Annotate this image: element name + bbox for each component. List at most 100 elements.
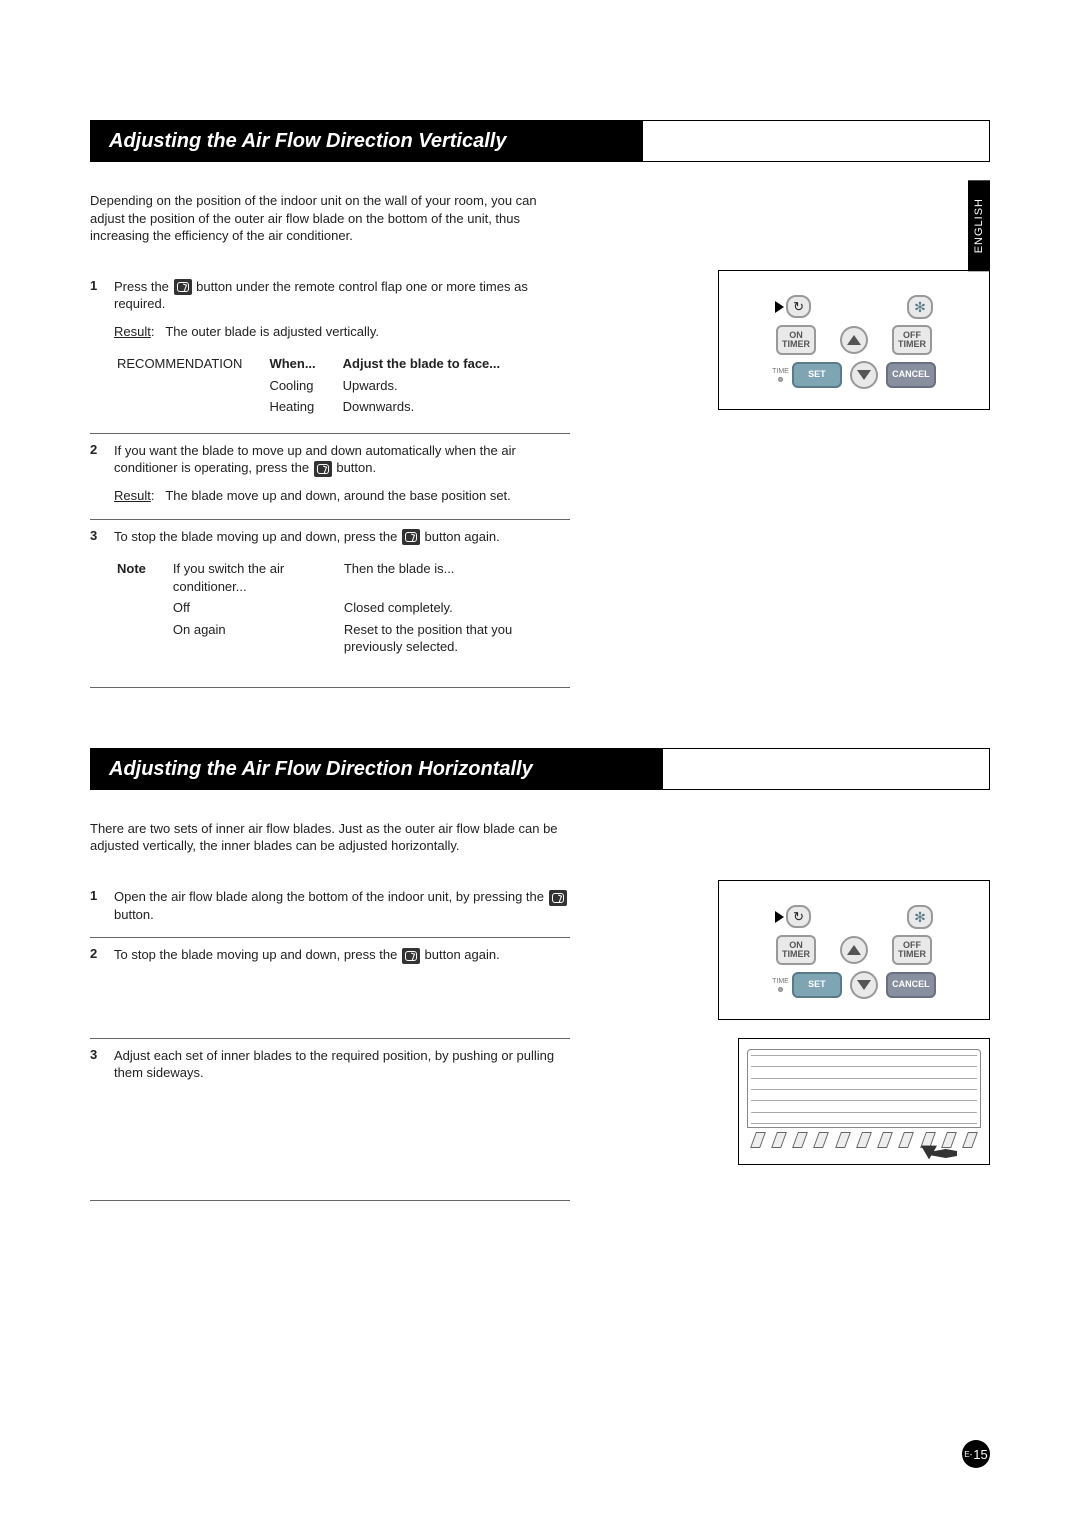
cancel-button: CANCEL [886,362,936,388]
step-text: Open the air flow blade along the bottom… [114,889,548,904]
fan-icon: ✻ [914,910,926,924]
note-cell: Reset to the position that you previousl… [343,620,568,657]
note-table: Note If you switch the air conditioner..… [114,557,570,659]
when-cell: Cooling [268,376,339,396]
arrow-up-icon [847,335,861,345]
content-row: 1 Press the button under the remote cont… [90,270,990,698]
intro-paragraph: There are two sets of inner air flow bla… [90,820,570,855]
pointer-arrow-icon [775,301,784,313]
fan-button: ✻ [907,295,933,319]
result-line: Result: The blade move up and down, arou… [114,487,570,505]
remote-control-diagram: ↻ ✻ ONTIMER OFFTIMER TIME SET [718,270,990,410]
rec-label: RECOMMENDATION [116,354,266,374]
adjust-cell: Upwards. [342,376,524,396]
on-timer-button: ONTIMER [776,935,816,965]
section-title: Adjusting the Air Flow Direction Horizon… [91,749,663,789]
step-number: 2 [90,442,114,505]
up-button [840,936,868,964]
language-tab: ENGLISH [968,180,990,271]
when-header: When... [269,356,315,371]
illustration-column: ↻ ✻ ONTIMER OFFTIMER TIME SET [570,270,990,410]
step-text: To stop the blade moving up and down, pr… [114,529,401,544]
arrow-up-icon [847,945,861,955]
set-button: SET [792,972,842,998]
step-text: button again. [421,529,500,544]
adjust-cell: Downwards. [342,397,524,417]
step-text: Press the [114,279,173,294]
note-cell: Off [172,598,341,618]
down-button [850,361,878,389]
off-timer-button: OFFTIMER [892,935,932,965]
section-title: Adjusting the Air Flow Direction Vertica… [91,121,643,161]
result-label: Result [114,324,151,339]
step-number: 3 [90,528,114,659]
pointer-arrow-icon [775,911,784,923]
step-text: button. [333,460,376,475]
note-cell: On again [172,620,341,657]
air-swing-button-icon [314,461,332,477]
result-line: Result: The outer blade is adjusted vert… [114,323,570,341]
remote-control-diagram: ↻ ✻ ONTIMER OFFTIMER TIME SET [718,880,990,1020]
step-1: 1 Press the button under the remote cont… [90,270,570,433]
step-3: 3 To stop the blade moving up and down, … [90,519,570,673]
content-row: 1 Open the air flow blade along the bott… [90,880,990,1211]
section-header-vertical: Adjusting the Air Flow Direction Vertica… [90,120,990,162]
off-timer-button: OFFTIMER [892,325,932,355]
result-text: The blade move up and down, around the b… [165,488,510,503]
time-indicator: TIME [772,978,789,992]
air-swing-icon: ↻ [793,300,804,313]
note-col-header: Then the blade is... [343,559,568,596]
air-swing-button-icon [174,279,192,295]
page-number: 15 [973,1447,987,1462]
step-number: 1 [90,888,114,923]
step-text: To stop the blade moving up and down, pr… [114,947,401,962]
steps-column: 1 Open the air flow blade along the bott… [90,880,570,1211]
air-swing-icon: ↻ [793,910,804,923]
divider [90,1200,570,1201]
air-swing-button: ↻ [786,295,811,318]
step-2: 2 To stop the blade moving up and down, … [90,937,570,1038]
air-swing-button-icon [402,529,420,545]
page-prefix: E- [964,1450,972,1459]
illustration-column: ↻ ✻ ONTIMER OFFTIMER TIME SET [570,880,990,1165]
intro-paragraph: Depending on the position of the indoor … [90,192,570,245]
step-text: button. [114,907,154,922]
unit-grille [751,1055,977,1124]
fan-icon: ✻ [914,300,926,314]
set-button: SET [792,362,842,388]
step-number: 1 [90,278,114,419]
step-number: 3 [90,1047,114,1082]
step-text: Adjust each set of inner blades to the r… [114,1047,570,1082]
adjust-header: Adjust the blade to face... [343,356,500,371]
arrow-down-icon [857,370,871,380]
cancel-button: CANCEL [886,972,936,998]
arrow-down-icon [857,980,871,990]
indoor-unit-diagram [738,1038,990,1165]
divider [90,687,570,688]
step-text: button again. [421,947,500,962]
note-cell: Closed completely. [343,598,568,618]
page-number-badge: E-15 [962,1440,990,1468]
section-header-horizontal: Adjusting the Air Flow Direction Horizon… [90,748,990,790]
air-swing-button-icon [402,948,420,964]
down-button [850,971,878,999]
step-number: 2 [90,946,114,1024]
on-timer-button: ONTIMER [776,325,816,355]
when-cell: Heating [268,397,339,417]
note-label: Note [117,561,146,576]
air-swing-button-icon [549,890,567,906]
hand-icon [919,1142,961,1162]
recommendation-table: RECOMMENDATION When... Adjust the blade … [114,352,526,419]
step-2: 2 If you want the blade to move up and d… [90,433,570,519]
step-1: 1 Open the air flow blade along the bott… [90,880,570,937]
note-col-header: If you switch the air conditioner... [172,559,341,596]
time-indicator: TIME [772,368,789,382]
up-button [840,326,868,354]
result-text: The outer blade is adjusted vertically. [165,324,379,339]
manual-page: ENGLISH Adjusting the Air Flow Direction… [0,0,1080,1528]
result-label: Result [114,488,151,503]
step-3: 3 Adjust each set of inner blades to the… [90,1038,570,1096]
steps-column: 1 Press the button under the remote cont… [90,270,570,698]
air-swing-button: ↻ [786,905,811,928]
fan-button: ✻ [907,905,933,929]
